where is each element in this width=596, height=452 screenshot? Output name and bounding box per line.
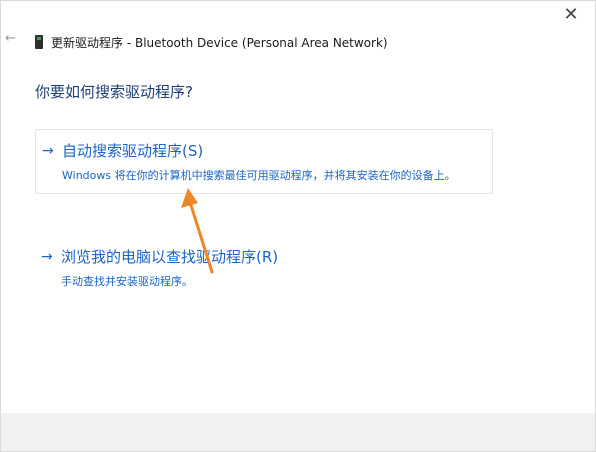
- dialog-title: 更新驱动程序 - Bluetooth Device (Personal Area…: [51, 35, 388, 50]
- close-icon[interactable]: ✕: [561, 5, 581, 25]
- option-description: 手动查找并安装驱动程序。: [61, 275, 193, 288]
- update-driver-dialog: ✕ ← 更新驱动程序 - Bluetooth Device (Personal …: [0, 0, 596, 452]
- dialog-title-row: 更新驱动程序 - Bluetooth Device (Personal Area…: [35, 33, 388, 51]
- option-browse-my-computer[interactable]: → 浏览我的电脑以查找驱动程序(R) 手动查找并安装驱动程序。: [35, 236, 493, 299]
- page-question: 你要如何搜索驱动程序?: [35, 83, 193, 101]
- option-description: Windows 将在你的计算机中搜索最佳可用驱动程序，并将其安装在你的设备上。: [62, 169, 456, 182]
- option-title: 自动搜索驱动程序(S): [62, 142, 204, 160]
- option-search-automatically[interactable]: → 自动搜索驱动程序(S) Windows 将在你的计算机中搜索最佳可用驱动程序…: [35, 129, 493, 194]
- bluetooth-device-icon: [35, 35, 43, 49]
- dialog-footer: [1, 413, 595, 451]
- right-arrow-icon: →: [41, 248, 53, 265]
- right-arrow-icon: →: [42, 142, 54, 159]
- back-arrow-icon[interactable]: ←: [5, 32, 19, 46]
- option-title: 浏览我的电脑以查找驱动程序(R): [61, 248, 279, 266]
